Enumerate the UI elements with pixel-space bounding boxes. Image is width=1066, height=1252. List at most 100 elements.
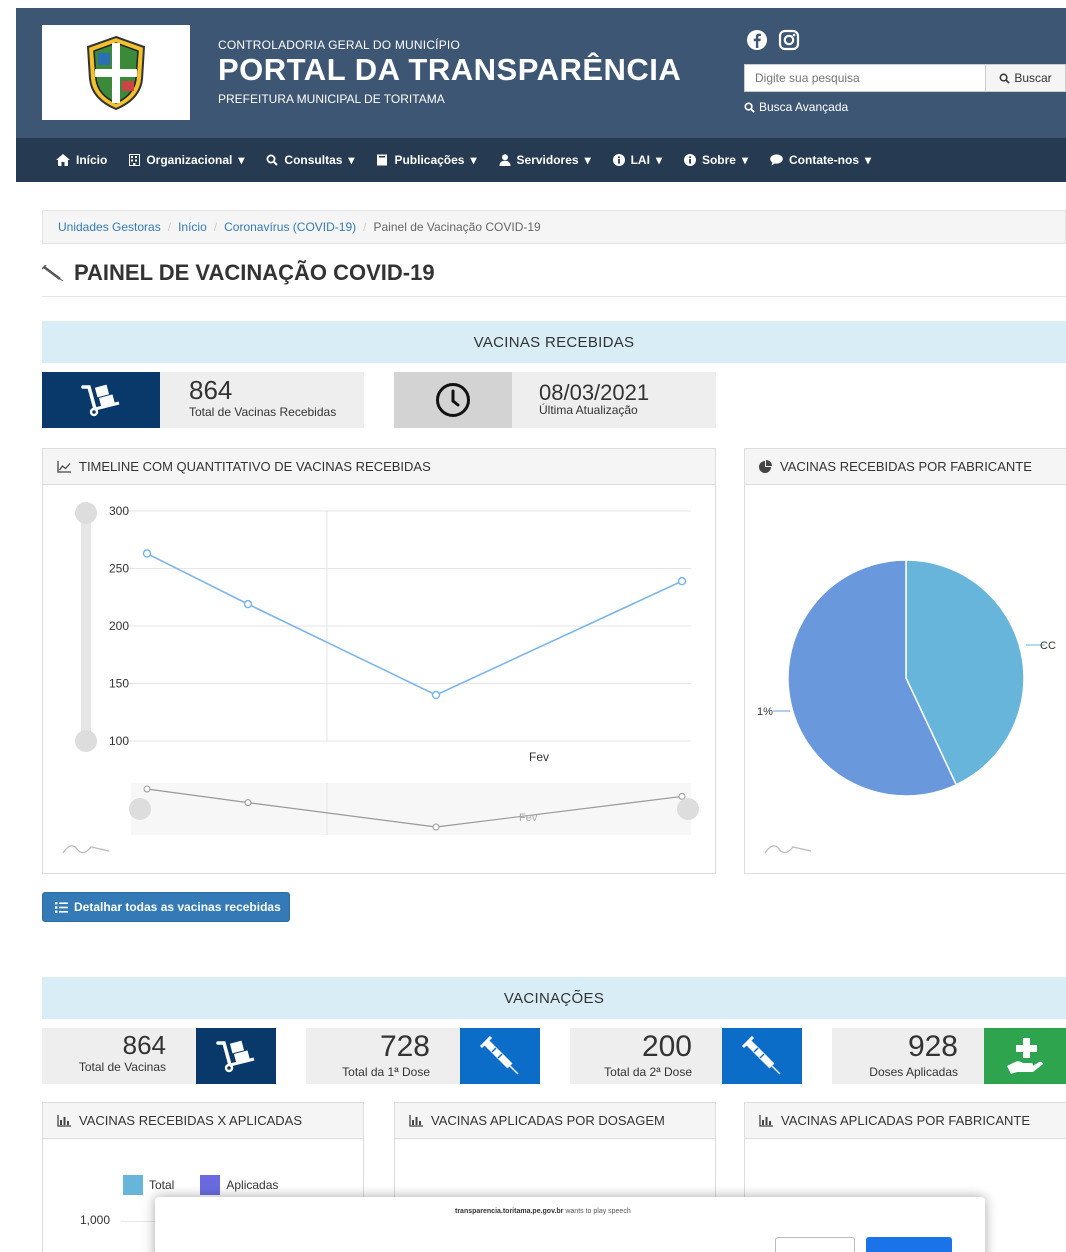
facebook-icon[interactable]: [746, 29, 768, 51]
page-title: PAINEL DE VACINAÇÃO COVID-19: [42, 260, 435, 286]
breadcrumb-coronavirus[interactable]: Coronavírus (COVID-19): [224, 220, 356, 234]
bar-chart-icon: [57, 1114, 71, 1127]
y-tick-label: 200: [109, 619, 129, 633]
chart-legend: Total Aplicadas: [123, 1175, 278, 1195]
search-icon: [999, 73, 1010, 84]
received-section-header: VACINAS RECEBIDAS: [42, 321, 1066, 363]
hand-plus-icon: [984, 1028, 1066, 1084]
nav-item-organizacional[interactable]: Organizacional ▾: [129, 153, 244, 167]
home-icon: [56, 154, 70, 166]
nav-item-label: Contate-nos: [789, 153, 860, 167]
y-tick-label: 100: [109, 734, 129, 748]
nav-item-lai[interactable]: LAI ▾: [612, 153, 662, 167]
y-tick-label: 150: [109, 677, 129, 691]
range-slider-bottom-handle[interactable]: [75, 730, 97, 752]
y-axis-tick-label: 1,000: [80, 1213, 111, 1227]
nav-item-servidores[interactable]: Servidores ▾: [499, 153, 591, 167]
dolly-icon: [42, 372, 160, 428]
navigator-point: [244, 799, 252, 807]
last-update-label: Última Atualização: [539, 403, 638, 417]
manufacturer-panel: VACINAS RECEBIDAS POR FABRICANTE CC 1%: [744, 448, 1066, 874]
highcharts-logo-icon: [62, 845, 110, 854]
breadcrumb-inicio[interactable]: Início: [178, 220, 207, 234]
dialog-site: transparencia.toritama.pe.gov.br: [455, 1208, 564, 1215]
detail-received-button[interactable]: Detalhar todas as vacinas recebidas: [42, 892, 290, 922]
nav-item-label: Publicações: [394, 153, 465, 167]
range-slider-top-handle[interactable]: [75, 502, 97, 524]
dolly-icon: [196, 1028, 276, 1084]
advanced-search-link[interactable]: Busca Avançada: [744, 100, 848, 114]
manufacturer-panel-title: VACINAS RECEBIDAS POR FABRICANTE: [780, 459, 1032, 474]
navigator-right-handle[interactable]: [677, 798, 699, 820]
manufacturer-panel-header: VACINAS RECEBIDAS POR FABRICANTE: [745, 449, 1066, 485]
doses-applied-label: Doses Aplicadas: [869, 1065, 958, 1079]
main-nav: Início Organizacional ▾ Consultas ▾ Publ…: [16, 138, 1066, 182]
applied-by-manufacturer-title: VACINAS APLICADAS POR FABRICANTE: [781, 1113, 1030, 1128]
total-vaccines-label: Total de Vacinas: [78, 1060, 166, 1074]
applied-by-dose-title: VACINAS APLICADAS POR DOSAGEM: [431, 1113, 665, 1128]
received-vs-applied-header: VACINAS RECEBIDAS X APLICADAS: [43, 1103, 363, 1139]
search-button[interactable]: Buscar: [986, 64, 1066, 92]
nav-item-label: Sobre: [701, 153, 736, 167]
total-received-value: 864: [189, 375, 233, 405]
data-point[interactable]: [142, 549, 152, 558]
nav-item-consultas[interactable]: Consultas ▾: [266, 153, 354, 167]
info-icon: [683, 154, 696, 166]
navigator-left-handle[interactable]: [129, 798, 151, 820]
range-slider-track: [81, 509, 91, 741]
site-header: CONTROLADORIA GERAL DO MUNICÍPIO PORTAL …: [16, 8, 1066, 138]
data-point[interactable]: [431, 690, 441, 700]
logo[interactable]: [42, 25, 190, 120]
series-line: [146, 552, 683, 696]
second-dose-label: Total da 2ª Dose: [604, 1065, 692, 1079]
comment-icon: [770, 154, 783, 166]
navigator-point: [432, 823, 440, 831]
doses-applied-card: 928 Doses Aplicadas: [832, 1028, 1066, 1084]
timeline-panel-header: TIMELINE COM QUANTITATIVO DE VACINAS REC…: [43, 449, 715, 485]
detail-received-label: Detalhar todas as vacinas recebidas: [74, 900, 281, 914]
advanced-search-label: Busca Avançada: [759, 100, 849, 114]
list-icon: [55, 901, 68, 913]
search-icon: [266, 154, 279, 166]
nav-item-label: LAI: [630, 153, 650, 167]
building-icon: [129, 154, 141, 166]
search-button-label: Buscar: [1014, 71, 1052, 85]
syringe-icon: [460, 1028, 540, 1084]
data-point[interactable]: [677, 576, 687, 586]
first-dose-value: 728: [379, 1030, 430, 1063]
search-bar: Buscar: [744, 64, 1066, 92]
navigator-point: [143, 785, 151, 793]
first-dose-label: Total da 1ª Dose: [342, 1065, 430, 1079]
breadcrumb: Unidades Gestoras / Início / Coronavírus…: [42, 210, 1066, 244]
applied-by-manufacturer-header: VACINAS APLICADAS POR FABRICANTE: [745, 1103, 1066, 1139]
last-update-card: 08/03/2021 Última Atualização: [394, 372, 716, 428]
municipal-crest-icon: [86, 35, 146, 110]
data-point[interactable]: [243, 599, 253, 609]
breadcrumb-separator: /: [363, 220, 367, 234]
dialog-block-button[interactable]: [775, 1237, 855, 1252]
pie-chart-icon: [759, 460, 772, 473]
total-vaccines-card: 864 Total de Vacinas: [42, 1028, 276, 1084]
vaccinations-section-header: VACINAÇÕES: [42, 977, 1066, 1019]
nav-item-inicio[interactable]: Início: [56, 153, 107, 167]
legend-label-total[interactable]: Total: [149, 1178, 174, 1192]
breadcrumb-separator: /: [167, 220, 172, 234]
legend-label-applied[interactable]: Aplicadas: [226, 1178, 278, 1192]
nav-item-sobre[interactable]: Sobre ▾: [683, 153, 748, 167]
dialog-allow-button[interactable]: [866, 1237, 952, 1252]
y-tick-label: 300: [109, 504, 129, 518]
instagram-icon[interactable]: [778, 29, 800, 51]
doses-applied-value: 928: [907, 1030, 958, 1063]
nav-item-contate-nos[interactable]: Contate-nos ▾: [770, 153, 871, 167]
breadcrumb-unidades-gestoras[interactable]: Unidades Gestoras: [58, 220, 161, 234]
speech-permission-dialog: transparencia.toritama.pe.gov.br wants t…: [155, 1197, 985, 1252]
search-icon: [744, 101, 755, 113]
breadcrumb-current: Painel de Vacinação COVID-19: [373, 220, 541, 234]
search-input[interactable]: [744, 64, 986, 92]
portal-title[interactable]: PORTAL DA TRANSPARÊNCIA: [218, 52, 681, 88]
syringe-icon: [42, 265, 64, 281]
nav-item-publicacoes[interactable]: Publicações ▾: [376, 153, 477, 167]
caret-down-icon: ▾: [238, 153, 245, 167]
breadcrumb-separator: /: [213, 220, 218, 234]
received-vs-applied-title: VACINAS RECEBIDAS X APLICADAS: [79, 1113, 302, 1128]
